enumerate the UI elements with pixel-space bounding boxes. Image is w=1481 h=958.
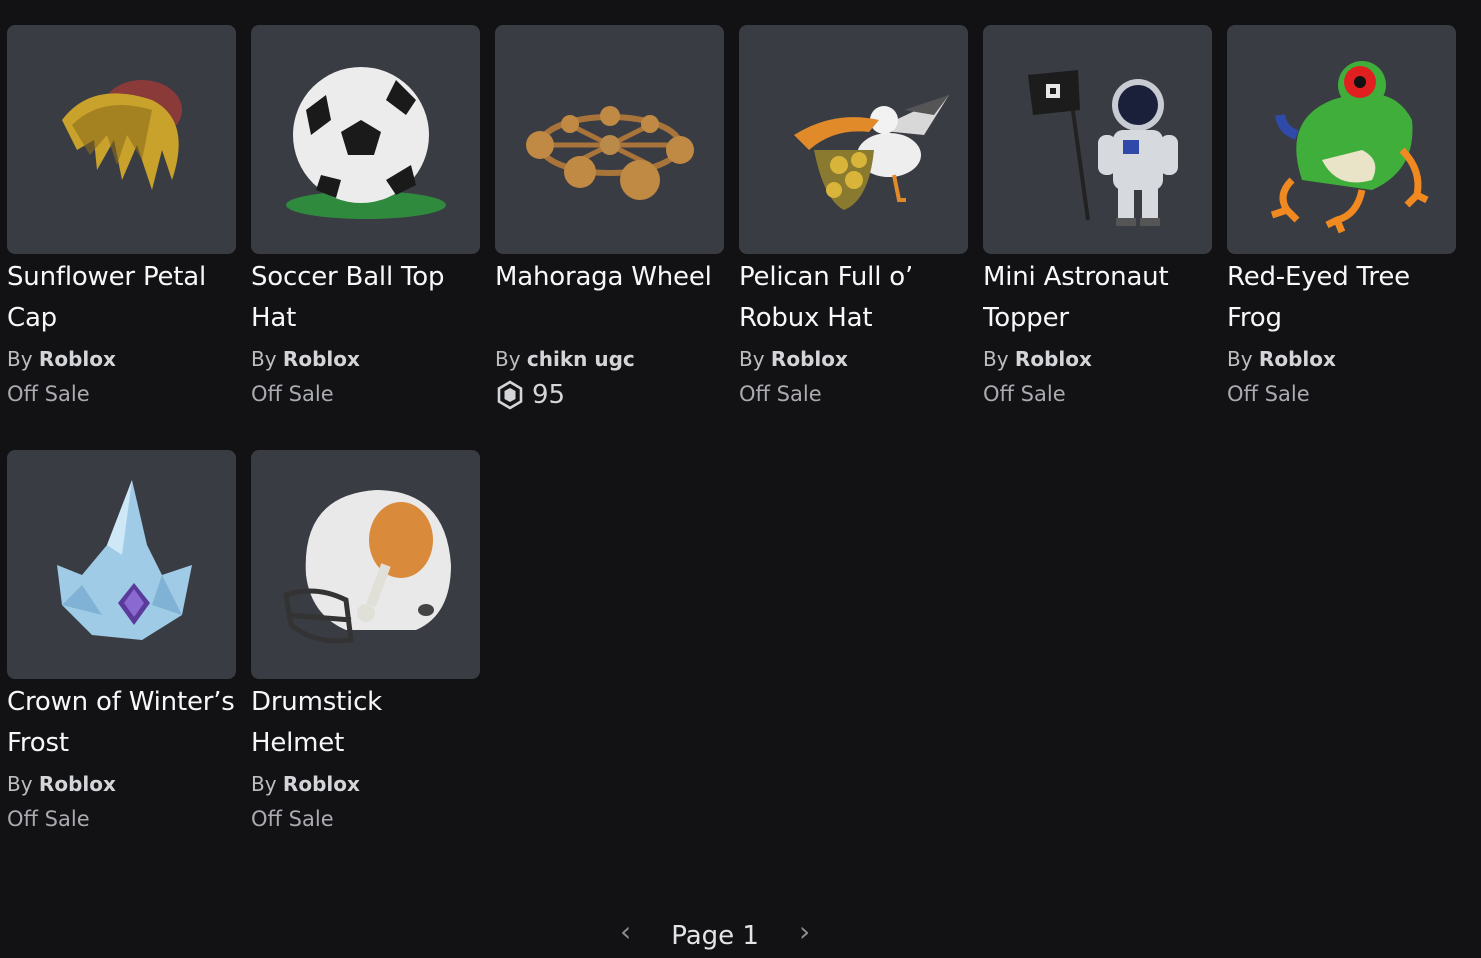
item-creator: By Roblox <box>251 770 480 798</box>
by-label: By <box>1227 347 1253 371</box>
chevron-right-icon[interactable]: › <box>799 918 810 946</box>
by-label: By <box>983 347 1009 371</box>
item-thumbnail[interactable] <box>983 25 1212 254</box>
creator-link[interactable]: chikn ugc <box>527 347 635 371</box>
item-name[interactable]: Crown of Winter’s Frost <box>7 682 236 764</box>
item-card[interactable]: Soccer Ball Top Hat By Roblox Off Sale <box>251 25 480 410</box>
catalog-row: Sunflower Petal Cap By Roblox Off Sale S… <box>7 25 1467 410</box>
creator-link[interactable]: Roblox <box>1259 347 1336 371</box>
item-name[interactable]: Mini Astronaut Topper <box>983 257 1212 339</box>
by-label: By <box>495 347 521 371</box>
creator-link[interactable]: Roblox <box>39 347 116 371</box>
item-name[interactable]: Mahoraga Wheel <box>495 257 724 339</box>
item-creator: By Roblox <box>983 345 1212 373</box>
item-card[interactable]: Sunflower Petal Cap By Roblox Off Sale <box>7 25 236 410</box>
by-label: By <box>251 772 277 796</box>
item-price: Off Sale <box>739 382 822 406</box>
creator-link[interactable]: Roblox <box>283 772 360 796</box>
creator-link[interactable]: Roblox <box>771 347 848 371</box>
page-label: Page 1 <box>671 921 759 951</box>
item-price: Off Sale <box>251 382 334 406</box>
item-name[interactable]: Drumstick Helmet <box>251 682 480 764</box>
pelican-hat-icon <box>793 94 949 210</box>
item-price: Off Sale <box>7 382 90 406</box>
catalog-grid: Sunflower Petal Cap By Roblox Off Sale S… <box>7 25 1467 873</box>
item-card[interactable]: Red-Eyed Tree Frog By Roblox Off Sale <box>1227 25 1456 410</box>
drumstick-helmet-icon <box>282 489 451 643</box>
by-label: By <box>251 347 277 371</box>
item-creator: By Roblox <box>7 770 236 798</box>
item-price: 95 <box>495 380 724 410</box>
tree-frog-icon <box>1270 60 1429 233</box>
item-name[interactable]: Red-Eyed Tree Frog <box>1227 257 1456 339</box>
mini-astronaut-icon <box>1027 69 1178 226</box>
item-name[interactable]: Sunflower Petal Cap <box>7 257 236 339</box>
item-price: Off Sale <box>251 807 334 831</box>
item-card[interactable]: Drumstick Helmet By Roblox Off Sale <box>251 450 480 833</box>
creator-link[interactable]: Roblox <box>283 347 360 371</box>
item-card[interactable]: Crown of Winter’s Frost By Roblox Off Sa… <box>7 450 236 833</box>
catalog-row: Crown of Winter’s Frost By Roblox Off Sa… <box>7 450 1467 833</box>
soccer-ball-top-hat-icon <box>285 66 446 219</box>
pagination: ‹ Page 1 › <box>620 918 850 958</box>
item-thumbnail[interactable] <box>251 25 480 254</box>
price-value: 95 <box>532 380 566 410</box>
item-thumbnail[interactable] <box>739 25 968 254</box>
sunflower-petal-cap-icon <box>61 79 182 190</box>
item-thumbnail[interactable] <box>251 450 480 679</box>
item-price: Off Sale <box>983 382 1066 406</box>
item-price: Off Sale <box>1227 382 1310 406</box>
by-label: By <box>7 772 33 796</box>
item-name[interactable]: Soccer Ball Top Hat <box>251 257 480 339</box>
ice-crown-icon <box>56 479 192 640</box>
item-thumbnail[interactable] <box>1227 25 1456 254</box>
item-card[interactable]: Mini Astronaut Topper By Roblox Off Sale <box>983 25 1212 410</box>
creator-link[interactable]: Roblox <box>39 772 116 796</box>
item-card[interactable]: Mahoraga Wheel By chikn ugc 95 <box>495 25 724 410</box>
mahoraga-wheel-icon <box>525 105 694 200</box>
item-creator: By Roblox <box>1227 345 1456 373</box>
item-thumbnail[interactable] <box>495 25 724 254</box>
by-label: By <box>7 347 33 371</box>
item-name[interactable]: Pelican Full o’ Robux Hat <box>739 257 968 339</box>
item-creator: By Roblox <box>251 345 480 373</box>
item-thumbnail[interactable] <box>7 25 236 254</box>
creator-link[interactable]: Roblox <box>1015 347 1092 371</box>
item-price: Off Sale <box>7 807 90 831</box>
robux-icon <box>497 380 523 410</box>
chevron-left-icon[interactable]: ‹ <box>620 918 631 946</box>
item-creator: By Roblox <box>739 345 968 373</box>
item-creator: By Roblox <box>7 345 236 373</box>
item-card[interactable]: Pelican Full o’ Robux Hat By Roblox Off … <box>739 25 968 410</box>
item-thumbnail[interactable] <box>7 450 236 679</box>
by-label: By <box>739 347 765 371</box>
item-creator: By chikn ugc <box>495 345 724 373</box>
